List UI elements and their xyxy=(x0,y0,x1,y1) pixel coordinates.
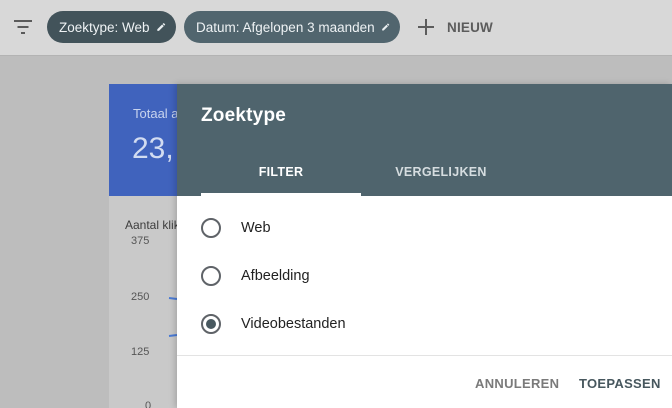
total-card-value: 23, xyxy=(132,132,174,165)
filter-list-icon[interactable] xyxy=(11,17,35,37)
cancel-button[interactable]: ANNULEREN xyxy=(475,370,559,396)
tab-compare[interactable]: VERGELIJKEN xyxy=(361,148,521,196)
chart-line-segment xyxy=(168,334,178,337)
option-label: Web xyxy=(241,220,271,236)
edit-pencil-icon[interactable] xyxy=(381,20,390,34)
chip-label: Zoektype: Web xyxy=(59,19,150,35)
plus-icon xyxy=(418,19,434,35)
option-label: Afbeelding xyxy=(241,268,310,284)
chip-label: Datum: Afgelopen 3 maanden xyxy=(196,19,375,35)
active-tab-indicator xyxy=(201,193,361,196)
date-filter-chip[interactable]: Datum: Afgelopen 3 maanden xyxy=(184,11,400,43)
new-button-label: NIEUW xyxy=(447,19,493,35)
search-type-dialog: Zoektype FILTER VERGELIJKEN Web Afbeeldi… xyxy=(177,84,672,408)
dialog-header: Zoektype FILTER VERGELIJKEN xyxy=(177,84,672,196)
dialog-divider xyxy=(177,355,672,356)
radio-button[interactable] xyxy=(201,266,221,286)
tab-filter[interactable]: FILTER xyxy=(201,148,361,196)
total-card-label: Totaal a xyxy=(133,106,179,121)
option-video[interactable]: Videobestanden xyxy=(201,304,501,344)
new-filter-button[interactable]: NIEUW xyxy=(416,16,493,38)
radio-button[interactable] xyxy=(201,218,221,238)
dialog-title: Zoektype xyxy=(201,105,287,126)
option-label: Videobestanden xyxy=(241,316,346,332)
search-type-filter-chip[interactable]: Zoektype: Web xyxy=(47,11,176,43)
apply-button[interactable]: TOEPASSEN xyxy=(579,370,661,396)
chart-line-segment xyxy=(168,297,178,300)
top-toolbar: Zoektype: Web Datum: Afgelopen 3 maanden… xyxy=(0,0,672,56)
option-web[interactable]: Web xyxy=(201,208,501,248)
edit-pencil-icon[interactable] xyxy=(156,20,166,34)
radio-button-selected[interactable] xyxy=(201,314,221,334)
option-image[interactable]: Afbeelding xyxy=(201,256,501,296)
